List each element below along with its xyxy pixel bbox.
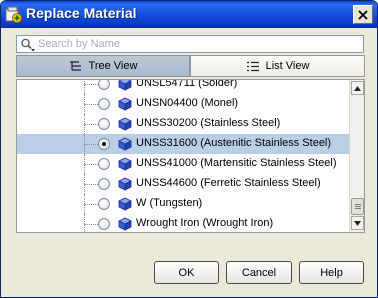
search-icon[interactable] xyxy=(20,38,36,52)
window-title: Replace Material xyxy=(26,5,137,21)
arrow-up-icon xyxy=(354,85,361,91)
scroll-grip-line xyxy=(355,208,361,209)
material-label: UNSL54711 (Solder) xyxy=(136,79,238,89)
material-radio[interactable] xyxy=(98,98,110,110)
scroll-thumb[interactable] xyxy=(351,198,364,215)
vertical-scrollbar[interactable] xyxy=(349,80,364,232)
tree-connector xyxy=(84,80,85,94)
material-cube-icon xyxy=(118,137,132,151)
app-icon xyxy=(5,6,22,23)
view-tabs: Tree View List View xyxy=(16,55,365,77)
material-row[interactable]: W (Tungsten) xyxy=(17,194,349,214)
material-row[interactable]: UNSS41000 (Martensitic Stainless Steel) xyxy=(17,154,349,174)
help-button[interactable]: Help xyxy=(299,261,364,284)
scroll-grip-line xyxy=(355,206,361,207)
material-radio[interactable] xyxy=(98,178,110,190)
material-cube-icon xyxy=(118,97,132,111)
search-input[interactable] xyxy=(38,37,358,51)
material-row[interactable]: Wrought Iron (Wrought Iron) xyxy=(17,214,349,232)
close-icon xyxy=(358,9,368,20)
material-label: UNSN04400 (Monel) xyxy=(136,97,239,109)
cancel-button[interactable]: Cancel xyxy=(226,261,292,284)
close-button[interactable] xyxy=(353,5,373,24)
material-tree: UNSL54711 (Solder) UNSN04400 (Monel) UNSS3… xyxy=(16,79,365,233)
scroll-down-button[interactable] xyxy=(351,216,364,230)
tree-view-icon xyxy=(69,60,81,71)
tree-connector xyxy=(84,144,98,145)
ok-button[interactable]: OK xyxy=(154,261,219,284)
material-list: UNSL54711 (Solder) UNSN04400 (Monel) UNSS3… xyxy=(17,79,349,232)
scroll-up-button[interactable] xyxy=(351,81,364,95)
tree-connector xyxy=(84,204,98,205)
material-row[interactable]: UNSS44600 (Ferretic Stainless Steel) xyxy=(17,174,349,194)
arrow-down-icon xyxy=(354,220,361,226)
replace-material-dialog: Replace Material Tree View xyxy=(0,0,378,298)
material-cube-icon xyxy=(118,157,132,171)
tree-connector xyxy=(84,184,98,185)
scroll-grip-line xyxy=(355,204,361,205)
tree-connector xyxy=(84,164,98,165)
material-radio[interactable] xyxy=(98,80,110,90)
tab-list-view[interactable]: List View xyxy=(190,55,365,77)
material-cube-icon xyxy=(118,217,132,231)
list-view-icon xyxy=(246,61,259,71)
tree-connector xyxy=(84,124,98,125)
material-row[interactable]: UNSS31600 (Austenitic Stainless Steel) xyxy=(17,134,349,154)
material-cube-icon xyxy=(118,117,132,131)
material-row[interactable]: UNSS30200 (Stainless Steel) xyxy=(17,114,349,134)
material-radio[interactable] xyxy=(98,218,110,230)
title-bar[interactable]: Replace Material xyxy=(1,1,377,28)
tab-tree-view[interactable]: Tree View xyxy=(16,55,190,77)
material-radio[interactable] xyxy=(98,198,110,210)
material-row[interactable]: UNSL54711 (Solder) xyxy=(17,79,349,94)
material-label: UNSS30200 (Stainless Steel) xyxy=(136,117,281,129)
material-cube-icon xyxy=(118,197,132,211)
search-box[interactable] xyxy=(16,35,364,53)
dialog-content: Tree View List View UNSL54711 (Solder)UN… xyxy=(4,28,374,295)
tree-connector xyxy=(84,224,98,225)
material-radio[interactable] xyxy=(98,138,110,150)
material-row[interactable]: UNSN04400 (Monel) xyxy=(17,94,349,114)
material-radio[interactable] xyxy=(98,118,110,130)
material-label: UNSS31600 (Austenitic Stainless Steel) xyxy=(136,137,332,149)
material-radio[interactable] xyxy=(98,158,110,170)
material-label: W (Tungsten) xyxy=(136,197,203,209)
tree-connector xyxy=(84,84,98,85)
material-cube-icon xyxy=(118,80,132,91)
tab-tree-view-label: Tree View xyxy=(88,60,138,72)
material-label: UNSS41000 (Martensitic Stainless Steel) xyxy=(136,157,337,169)
material-label: Wrought Iron (Wrought Iron) xyxy=(136,217,274,229)
material-label: UNSS44600 (Ferretic Stainless Steel) xyxy=(136,177,321,189)
tree-connector xyxy=(84,104,98,105)
tab-list-view-label: List View xyxy=(265,60,310,72)
material-cube-icon xyxy=(118,177,132,191)
